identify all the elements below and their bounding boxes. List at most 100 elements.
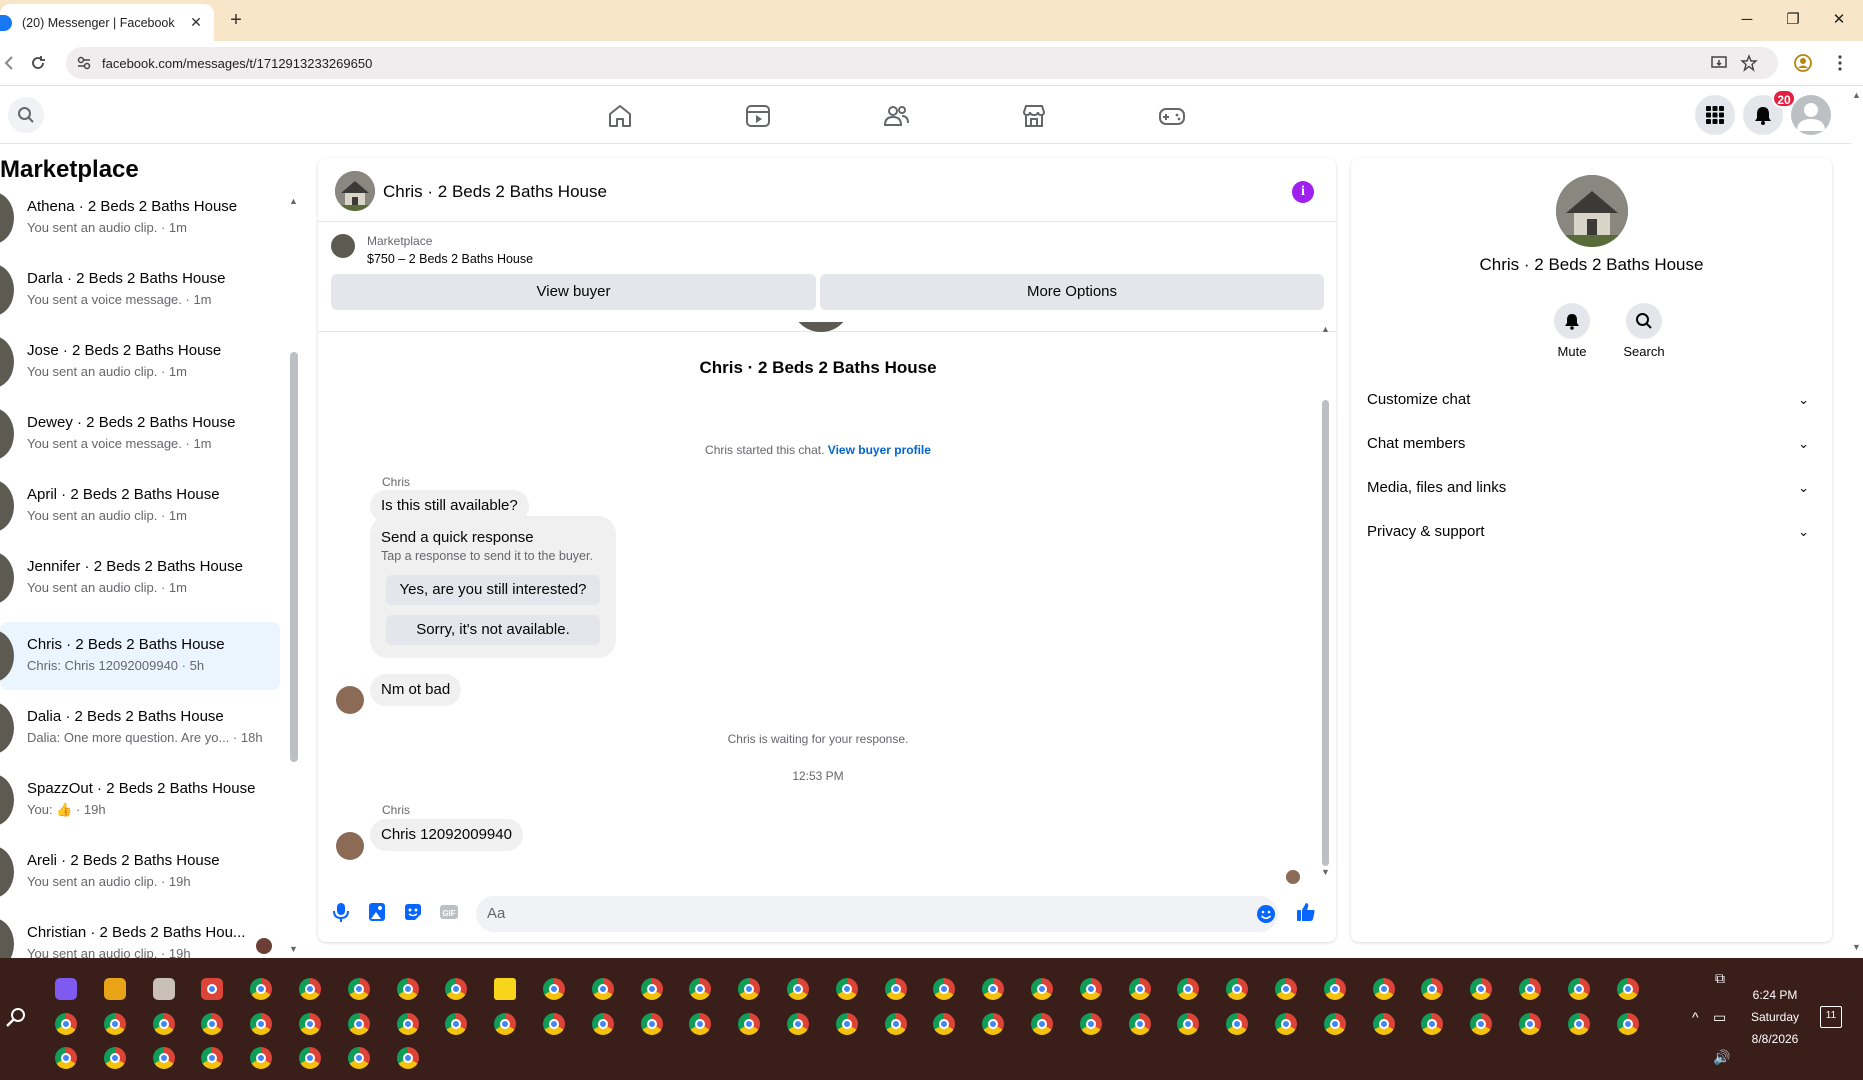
conversation-item[interactable]: Athena · 2 Beds 2 Baths House You sent an… — [0, 184, 280, 252]
chrome-icon[interactable] — [250, 1013, 273, 1035]
scroll-up-icon[interactable]: ▲ — [289, 196, 298, 206]
privacy-support-section[interactable]: Privacy & support ⌄ — [1367, 512, 1817, 552]
chrome-icon[interactable] — [1177, 978, 1200, 1000]
chrome-icon[interactable] — [689, 978, 712, 1000]
chrome-icon[interactable] — [1567, 1013, 1590, 1035]
bookmark-star-icon[interactable] — [1740, 54, 1758, 72]
chrome-icon[interactable] — [1031, 1013, 1053, 1035]
file-explorer-icon[interactable] — [103, 978, 126, 1000]
chrome-icon[interactable] — [1519, 1013, 1541, 1035]
chrome-icon[interactable] — [738, 1013, 761, 1035]
chat-title[interactable]: Chris · 2 Beds 2 Baths House — [383, 182, 607, 202]
conversation-item[interactable]: Jennifer · 2 Beds 2 Baths House You sent … — [0, 544, 280, 612]
meet-now-icon[interactable]: ⧉ — [1715, 970, 1725, 987]
chrome-icon[interactable] — [103, 1013, 126, 1035]
chrome-icon[interactable] — [299, 978, 321, 1000]
conversation-item[interactable]: Areli · 2 Beds 2 Baths House You sent an … — [0, 838, 280, 906]
chrome-icon[interactable] — [787, 1013, 809, 1035]
chrome-icon[interactable] — [884, 978, 907, 1000]
chrome-icon[interactable] — [1421, 978, 1444, 1000]
chrome-icon[interactable] — [1226, 1013, 1249, 1035]
show-hidden-icons[interactable]: ^ — [1692, 1009, 1699, 1025]
like-thumbs-up-icon[interactable] — [1295, 901, 1317, 923]
message-bubble[interactable]: Nm ot bad — [370, 674, 462, 706]
chrome-icon[interactable] — [591, 978, 614, 1000]
back-icon[interactable] — [0, 53, 20, 73]
marketplace-icon[interactable] — [1020, 102, 1048, 130]
chrome-icon[interactable] — [591, 1013, 614, 1035]
scroll-down-icon[interactable]: ▼ — [289, 944, 298, 954]
microphone-icon[interactable] — [330, 901, 352, 923]
chrome-icon[interactable] — [1079, 978, 1102, 1000]
chrome-icon[interactable] — [250, 978, 273, 1000]
view-buyer-profile-link[interactable]: View buyer profile — [828, 443, 931, 457]
conversation-item[interactable]: Dalia · 2 Beds 2 Baths House Dalia: One m… — [0, 694, 280, 762]
chrome-icon[interactable] — [689, 1013, 712, 1035]
install-app-icon[interactable] — [1710, 54, 1728, 72]
chrome-icon[interactable] — [835, 1013, 858, 1035]
sender-avatar[interactable] — [336, 832, 364, 860]
sender-avatar[interactable] — [336, 686, 364, 714]
video-icon[interactable] — [744, 102, 772, 130]
chrome-icon[interactable] — [201, 1047, 224, 1069]
search-icon[interactable] — [4, 1006, 28, 1030]
chrome-icon[interactable] — [1616, 1013, 1639, 1035]
volume-icon[interactable]: 🔊 — [1713, 1049, 1730, 1066]
chrome-icon[interactable] — [738, 978, 761, 1000]
chrome-icon[interactable] — [396, 1047, 419, 1069]
chrome-icon[interactable] — [1616, 978, 1639, 1000]
scroll-up-icon[interactable]: ▲ — [1321, 324, 1330, 334]
restore-button[interactable]: ❐ — [1783, 10, 1803, 30]
chrome-icon[interactable] — [201, 1013, 224, 1035]
chrome-icon[interactable] — [1323, 978, 1346, 1000]
scroll-down-icon[interactable]: ▼ — [1321, 867, 1330, 877]
chrome-icon[interactable] — [396, 978, 419, 1000]
photo-icon[interactable] — [366, 901, 388, 923]
chrome-icon[interactable] — [1567, 978, 1590, 1000]
quick-response-no-button[interactable]: Sorry, it's not available. — [386, 615, 600, 645]
chrome-icon[interactable] — [1177, 1013, 1200, 1035]
chrome-icon[interactable] — [347, 978, 370, 1000]
chrome-icon[interactable] — [152, 1013, 175, 1035]
conversation-item[interactable]: Darla · 2 Beds 2 Baths House You sent a v… — [0, 256, 280, 324]
chrome-icon[interactable] — [299, 1013, 321, 1035]
chrome-icon[interactable] — [1372, 1013, 1395, 1035]
chrome-icon[interactable] — [543, 978, 565, 1000]
chrome-icon[interactable] — [445, 1013, 468, 1035]
chrome-icon[interactable] — [1128, 978, 1151, 1000]
mute-bell-icon[interactable] — [1554, 303, 1590, 339]
copilot-icon[interactable] — [55, 978, 77, 1000]
friends-icon[interactable] — [882, 102, 910, 130]
menu-grid-icon[interactable] — [1695, 95, 1735, 135]
chrome-icon[interactable] — [347, 1047, 370, 1069]
conversation-item[interactable]: Jose · 2 Beds 2 Baths House You sent an a… — [0, 328, 280, 396]
chrome-icon[interactable] — [1079, 1013, 1102, 1035]
chrome-icon[interactable] — [1421, 1013, 1444, 1035]
message-input[interactable]: Aa — [476, 896, 1278, 932]
browser-menu-icon[interactable] — [1830, 53, 1850, 73]
site-settings-icon[interactable] — [76, 55, 92, 71]
chrome-icon[interactable] — [543, 1013, 565, 1035]
chrome-icon[interactable] — [933, 1013, 956, 1035]
chrome-icon[interactable] — [982, 1013, 1005, 1035]
clock-date[interactable]: 8/8/2026 — [1745, 1032, 1805, 1046]
view-buyer-button[interactable]: View buyer — [331, 274, 816, 310]
conversation-item[interactable]: SpazzOut · 2 Beds 2 Baths House You: 👍 · … — [0, 766, 280, 834]
chrome-icon[interactable] — [787, 978, 809, 1000]
close-window-button[interactable]: ✕ — [1829, 10, 1849, 30]
chrome-icon[interactable] — [1226, 978, 1249, 1000]
search-icon[interactable] — [8, 97, 44, 133]
sticky-notes-icon[interactable] — [494, 978, 517, 1000]
search-in-chat-icon[interactable] — [1626, 303, 1662, 339]
chrome-icon[interactable] — [250, 1047, 273, 1069]
profile-icon[interactable] — [1793, 53, 1813, 73]
gaming-icon[interactable] — [1158, 102, 1186, 130]
clock-time[interactable]: 6:24 PM — [1745, 988, 1805, 1002]
conversation-item[interactable]: Dewey · 2 Beds 2 Baths House You sent a v… — [0, 400, 280, 468]
chrome-icon[interactable] — [445, 978, 468, 1000]
conversation-item[interactable]: Christian · 2 Beds 2 Baths Hou... You sen… — [0, 910, 280, 958]
page-scroll-down-icon[interactable]: ▼ — [1852, 942, 1861, 952]
chrome-icon[interactable] — [55, 1047, 77, 1069]
chrome-icon[interactable] — [1470, 1013, 1493, 1035]
chrome-icon[interactable] — [1470, 978, 1493, 1000]
